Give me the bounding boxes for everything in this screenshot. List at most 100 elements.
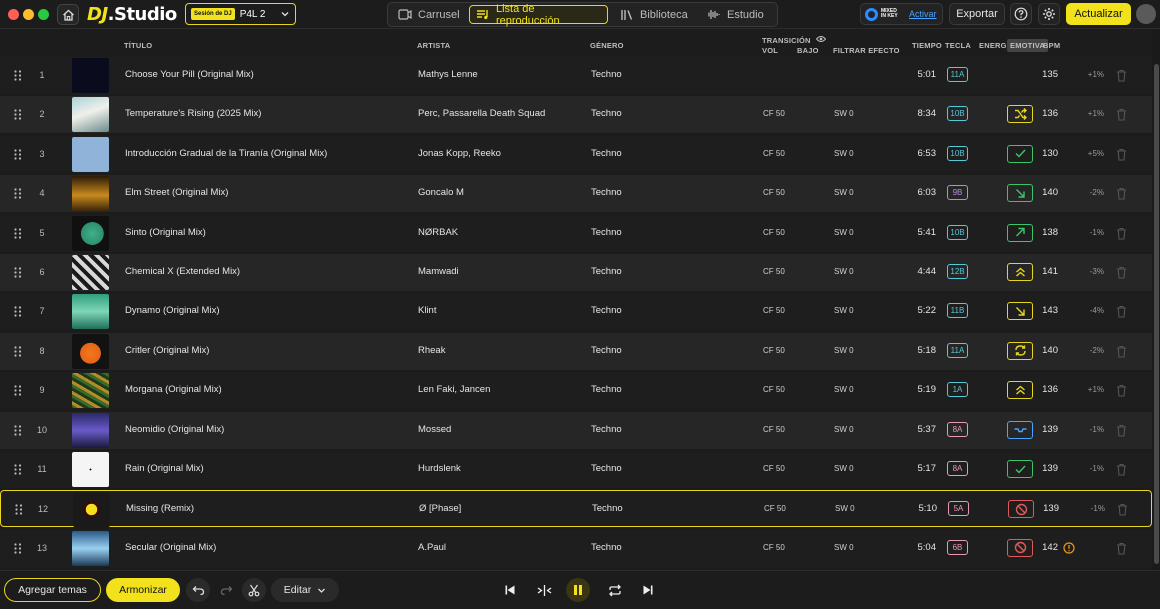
- help-button[interactable]: [1010, 3, 1032, 25]
- table-row[interactable]: 11 Rain (Original Mix) Hurdslenk Techno CF 5…: [0, 451, 1152, 488]
- transition-value[interactable]: CF 50: [763, 464, 785, 473]
- scrollbar[interactable]: [1152, 30, 1160, 570]
- table-row[interactable]: 8 Critler (Original Mix) Rheak Techno CF 50 S…: [0, 332, 1152, 370]
- col-bpm[interactable]: BPM: [1043, 41, 1060, 50]
- drag-handle-icon[interactable]: [13, 70, 23, 81]
- drag-handle-icon[interactable]: [13, 385, 23, 396]
- table-row[interactable]: 3 Introducción Gradual de la Tiranía (Ori…: [0, 135, 1152, 173]
- table-row[interactable]: 4 Elm Street (Original Mix) Goncalo M Techn…: [0, 175, 1152, 213]
- trash-icon[interactable]: [1116, 266, 1127, 279]
- tab-playlist[interactable]: Lista de reproducción: [469, 3, 608, 27]
- drag-handle-icon[interactable]: [13, 267, 23, 278]
- table-row[interactable]: 2 Temperature's Rising (2025 Mix) Perc, Pa…: [0, 96, 1152, 134]
- filter-effect-value[interactable]: SW 0: [834, 425, 854, 434]
- window-close-button[interactable]: [8, 9, 19, 20]
- filter-effect-value[interactable]: SW 0: [834, 385, 854, 394]
- filter-effect-value[interactable]: SW 0: [835, 504, 855, 513]
- pause-button[interactable]: [566, 578, 590, 602]
- table-row[interactable]: 10 Neomidio (Original Mix) Mossed Techno CF …: [0, 411, 1152, 449]
- update-button[interactable]: Actualizar: [1066, 3, 1131, 25]
- track-bpm: 136: [1042, 108, 1058, 120]
- tab-studio[interactable]: Estudio: [706, 5, 764, 24]
- drag-handle-icon[interactable]: [13, 543, 23, 554]
- drag-handle-icon[interactable]: [13, 227, 23, 239]
- activate-link[interactable]: Activar: [909, 9, 937, 19]
- next-button[interactable]: [636, 578, 660, 602]
- export-button[interactable]: Exportar: [949, 3, 1005, 25]
- scrollbar-thumb[interactable]: [1154, 64, 1159, 564]
- tab-carousel[interactable]: Carrusel: [398, 5, 460, 24]
- col-artist[interactable]: ARTISTA: [417, 41, 450, 50]
- table-row[interactable]: 13 Secular (Original Mix) A.Paul Techno CF 5…: [0, 529, 1152, 567]
- trash-icon[interactable]: [1116, 69, 1127, 82]
- edit-dropdown[interactable]: Editar: [271, 578, 339, 602]
- filter-effect-value[interactable]: SW 0: [834, 346, 854, 355]
- transition-value[interactable]: CF 50: [763, 543, 785, 552]
- filter-effect-value[interactable]: SW 0: [834, 267, 854, 276]
- col-emotion[interactable]: EMOTIVA: [1007, 39, 1049, 52]
- settings-button[interactable]: [1038, 3, 1060, 25]
- drag-handle-icon[interactable]: [13, 306, 23, 317]
- transition-value[interactable]: CF 50: [763, 346, 785, 355]
- table-row[interactable]: 12 Missing (Remix) Ø [Phase] Techno CF 50 SW …: [0, 490, 1152, 528]
- transition-value[interactable]: CF 50: [763, 228, 785, 237]
- trash-icon[interactable]: [1116, 345, 1127, 358]
- trash-icon[interactable]: [1116, 542, 1127, 555]
- home-button[interactable]: [57, 4, 79, 25]
- cut-button[interactable]: [242, 578, 266, 602]
- filter-effect-value[interactable]: SW 0: [834, 543, 854, 552]
- transition-value[interactable]: CF 50: [763, 385, 785, 394]
- trash-icon[interactable]: [1116, 384, 1127, 397]
- table-row[interactable]: 7 Dynamo (Original Mix) Klint Techno CF 50 SW…: [0, 293, 1152, 331]
- drag-handle-icon[interactable]: [13, 346, 23, 357]
- trash-icon[interactable]: [1116, 305, 1127, 318]
- add-tracks-button[interactable]: Agregar temas: [4, 578, 101, 602]
- filter-effect-value[interactable]: SW 0: [834, 149, 854, 158]
- filter-effect-value[interactable]: SW 0: [834, 464, 854, 473]
- trash-icon[interactable]: [1116, 424, 1127, 437]
- drag-handle-icon[interactable]: [13, 149, 23, 160]
- table-row[interactable]: 9 Morgana (Original Mix) Len Faki, Jancen T…: [0, 372, 1152, 410]
- redo-button[interactable]: [214, 578, 238, 602]
- eye-icon[interactable]: [816, 35, 826, 43]
- transition-value[interactable]: CF 50: [764, 504, 786, 513]
- col-genre[interactable]: GÉNERO: [590, 41, 624, 50]
- drag-handle-icon[interactable]: [13, 464, 23, 475]
- trash-icon[interactable]: [1116, 187, 1127, 200]
- transition-value[interactable]: CF 50: [763, 306, 785, 315]
- session-selector[interactable]: Sesión de DJ P4L 2: [185, 3, 296, 25]
- filter-effect-value[interactable]: SW 0: [834, 188, 854, 197]
- col-key[interactable]: TECLA: [945, 41, 971, 50]
- transition-value[interactable]: CF 50: [763, 188, 785, 197]
- filter-effect-value[interactable]: SW 0: [834, 109, 854, 118]
- trash-icon[interactable]: [1116, 148, 1127, 161]
- repeat-button[interactable]: [603, 578, 627, 602]
- drag-handle-icon[interactable]: [13, 109, 23, 120]
- transition-value[interactable]: CF 50: [763, 425, 785, 434]
- transition-value[interactable]: CF 50: [763, 109, 785, 118]
- table-row[interactable]: 6 Chemical X (Extended Mix) Mamwadi Techno C…: [0, 254, 1152, 291]
- table-row[interactable]: 5 Sinto (Original Mix) NØRBAK Techno CF 50 SW…: [0, 214, 1152, 252]
- filter-effect-value[interactable]: SW 0: [834, 306, 854, 315]
- drag-handle-icon[interactable]: [13, 188, 23, 199]
- mix-button[interactable]: [532, 578, 556, 602]
- trash-icon[interactable]: [1116, 227, 1127, 240]
- trash-icon[interactable]: [1117, 503, 1128, 516]
- col-title[interactable]: TÍTULO: [124, 41, 152, 50]
- undo-button[interactable]: [186, 578, 210, 602]
- window-zoom-button[interactable]: [38, 9, 49, 20]
- tab-library[interactable]: Biblioteca: [620, 5, 688, 24]
- drag-handle-icon[interactable]: [14, 504, 24, 515]
- drag-handle-icon[interactable]: [13, 424, 23, 436]
- trash-icon[interactable]: [1116, 463, 1127, 476]
- transition-value[interactable]: CF 50: [763, 267, 785, 276]
- previous-button[interactable]: [498, 578, 522, 602]
- avatar[interactable]: [1136, 4, 1156, 24]
- filter-effect-value[interactable]: SW 0: [834, 228, 854, 237]
- col-time[interactable]: TIEMPO: [912, 41, 942, 50]
- harmonize-button[interactable]: Armonizar: [106, 578, 180, 602]
- window-minimize-button[interactable]: [23, 9, 34, 20]
- table-row[interactable]: 1 Choose Your Pill (Original Mix) Mathys L…: [0, 57, 1152, 94]
- transition-value[interactable]: CF 50: [763, 149, 785, 158]
- trash-icon[interactable]: [1116, 108, 1127, 121]
